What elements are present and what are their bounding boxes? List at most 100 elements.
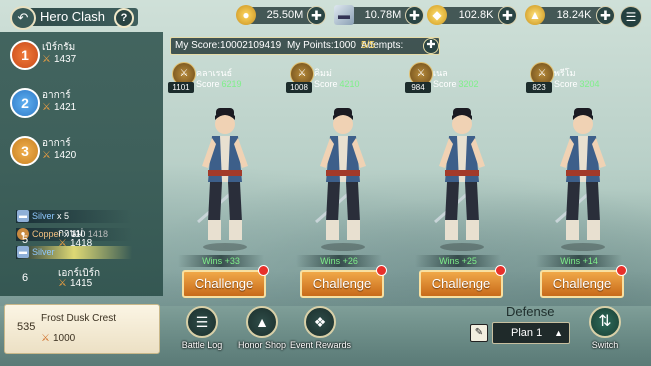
opponent-card: ⚔ 823 พรีโม Score 3204 Wins +14 Challenge — [526, 62, 636, 302]
hero-figure-icon — [434, 108, 485, 251]
score-label: Score — [554, 79, 578, 89]
switch-label: Switch — [591, 340, 619, 350]
rank-number: 6 — [22, 272, 29, 284]
edit-icon[interactable]: ✎ — [470, 324, 488, 342]
gold-ingot-icon: ◆ — [427, 5, 447, 25]
rank-number: 5 — [22, 234, 29, 246]
my-rank-card[interactable]: 535 Frost Dusk Crest ⚔ 1000 — [4, 304, 160, 354]
event-rewards-button[interactable]: ❖ Event Rewards — [290, 306, 352, 358]
score-label: Score — [314, 79, 338, 89]
score-value: 1421 — [53, 102, 77, 113]
score-value: 1420 — [53, 150, 77, 161]
win-reward: Wins +33 — [178, 255, 264, 267]
opponent-score: Score 3204 — [554, 79, 600, 89]
leaderboard-row[interactable]: 3 อาการ์ ⚔ 1420 — [0, 132, 163, 176]
resource-yuanbao: ▲ 18.24K ✚ — [525, 5, 615, 25]
hero-character[interactable] — [548, 102, 618, 252]
crossed-swords-icon: ⚔ — [42, 54, 51, 65]
hero-character[interactable] — [190, 102, 260, 252]
gift-box-icon: ❖ — [304, 306, 336, 338]
opponent-score: Score 3202 — [433, 79, 479, 89]
honor-shop-button[interactable]: ▲ Honor Shop — [232, 306, 292, 358]
challenge-button[interactable]: Challenge — [182, 270, 266, 298]
win-reward: Wins +14 — [536, 255, 622, 267]
score-summary-bar: My Score:10002109419 My Points:1000 Atte… — [170, 37, 440, 55]
my-score-text: My Score:10002109419 — [175, 40, 282, 51]
leaderboard-row[interactable]: 5 กานม่ ⚔ 1418 — [0, 228, 163, 258]
opponent-name: พรีโม — [554, 68, 576, 78]
hero-figure-icon — [555, 108, 606, 251]
add-coin-button[interactable]: ✚ — [307, 6, 326, 25]
crossed-swords-icon: ⚔ — [58, 278, 67, 289]
player-score: ⚔ 1415 — [58, 278, 92, 289]
title-box: Hero Clash ? — [28, 8, 138, 28]
reward-qty: x 5 — [57, 211, 70, 221]
notification-dot-icon — [376, 265, 387, 276]
player-score: ⚔ 1418 — [58, 238, 92, 249]
switch-button[interactable]: ⇅ Switch — [584, 306, 626, 358]
rank-medal-icon: 2 — [10, 88, 40, 118]
opponent-score: Score 6219 — [196, 79, 242, 89]
add-gold-button[interactable]: ✚ — [498, 6, 517, 25]
question-mark-icon[interactable]: ? — [114, 8, 134, 28]
player-score: ⚔ 1437 — [42, 54, 76, 65]
opponent-name: เนล — [433, 68, 448, 78]
score-value: 1415 — [69, 278, 93, 289]
player-name: เบิร์กรัม — [42, 42, 76, 53]
battle-log-button[interactable]: ☰ Battle Log — [172, 306, 232, 358]
resource-silver-ingot: ▬ 10.78M ✚ — [334, 5, 424, 25]
top-bar: Hero Clash ? ↶ ● 25.50M ✚ ▬ 10.78M ✚ ◆ 1… — [0, 0, 651, 32]
notification-dot-icon — [616, 265, 627, 276]
back-arrow-icon[interactable]: ↶ — [10, 6, 36, 30]
challenge-button[interactable]: Challenge — [419, 270, 503, 298]
add-silver-button[interactable]: ✚ — [405, 6, 424, 25]
add-attempts-button[interactable]: ✚ — [423, 38, 439, 54]
my-score: ⚔ 1000 — [41, 333, 75, 344]
reward-label: Silver — [32, 211, 55, 221]
player-score: ⚔ 1420 — [42, 150, 76, 161]
score-value: 4210 — [339, 79, 360, 89]
honor-shop-label: Honor Shop — [237, 340, 287, 350]
opponent-score: Score 4210 — [314, 79, 360, 89]
my-points-text: My Points:1000 — [287, 40, 356, 51]
challenge-button[interactable]: Challenge — [540, 270, 624, 298]
leaderboard-row[interactable]: 6 เอกร์เบิร์ก ⚔ 1415 — [0, 268, 163, 296]
notification-dot-icon — [495, 265, 506, 276]
leaderboard-row[interactable]: 1 เบิร์กรัม ⚔ 1437 — [0, 36, 163, 80]
hero-figure-icon — [315, 108, 366, 251]
leaderboard-row[interactable]: 2 อาการ์ ⚔ 1421 — [0, 84, 163, 128]
hero-figure-icon — [197, 108, 248, 251]
plan-value: Plan 1 — [511, 327, 543, 339]
opponent-card: ⚔ 1101 คลาเรนธ์ Score 6219 Wins +33 Chall… — [168, 62, 278, 302]
opponent-card: ⚔ 1008 คิมม่ Score 4210 Wins +26 Challeng… — [286, 62, 396, 302]
crossed-swords-icon: ⚔ — [58, 238, 67, 249]
silver-icon: ▬ — [17, 210, 29, 222]
my-name: Frost Dusk Crest — [41, 313, 117, 324]
hero-character[interactable] — [427, 102, 497, 252]
player-name: อาการ์ — [42, 90, 71, 101]
challenge-button[interactable]: Challenge — [300, 270, 384, 298]
opponent-level: 1101 — [168, 82, 194, 93]
resource-coin: ● 25.50M ✚ — [236, 5, 326, 25]
hero-character[interactable] — [308, 102, 378, 252]
score-value: 6219 — [221, 79, 242, 89]
crossed-swords-icon: ⚔ — [42, 150, 51, 161]
score-value: 3204 — [579, 79, 600, 89]
crossed-swords-icon: ⚔ — [41, 333, 50, 344]
score-label: Score — [196, 79, 220, 89]
win-reward: Wins +26 — [296, 255, 382, 267]
opponent-level: 1008 — [286, 82, 312, 93]
attempts-value: 5/5 — [361, 40, 375, 51]
menu-icon[interactable]: ☰ — [620, 6, 642, 28]
add-yuanbao-button[interactable]: ✚ — [596, 6, 615, 25]
defense-plan-select[interactable]: Plan 1 ▲ — [492, 322, 570, 344]
opponent-name: คลาเรนธ์ — [196, 68, 233, 78]
silver-ingot-icon: ▬ — [334, 5, 354, 25]
page-title: Hero Clash — [40, 9, 106, 24]
resource-value: 25.50M — [266, 9, 304, 21]
score-value: 3202 — [458, 79, 479, 89]
battle-log-label: Battle Log — [181, 340, 223, 350]
opponent-name: คิมม่ — [314, 68, 332, 78]
event-rewards-label: Event Rewards — [290, 340, 352, 350]
resource-gold-ingot: ◆ 102.8K ✚ — [427, 5, 517, 25]
